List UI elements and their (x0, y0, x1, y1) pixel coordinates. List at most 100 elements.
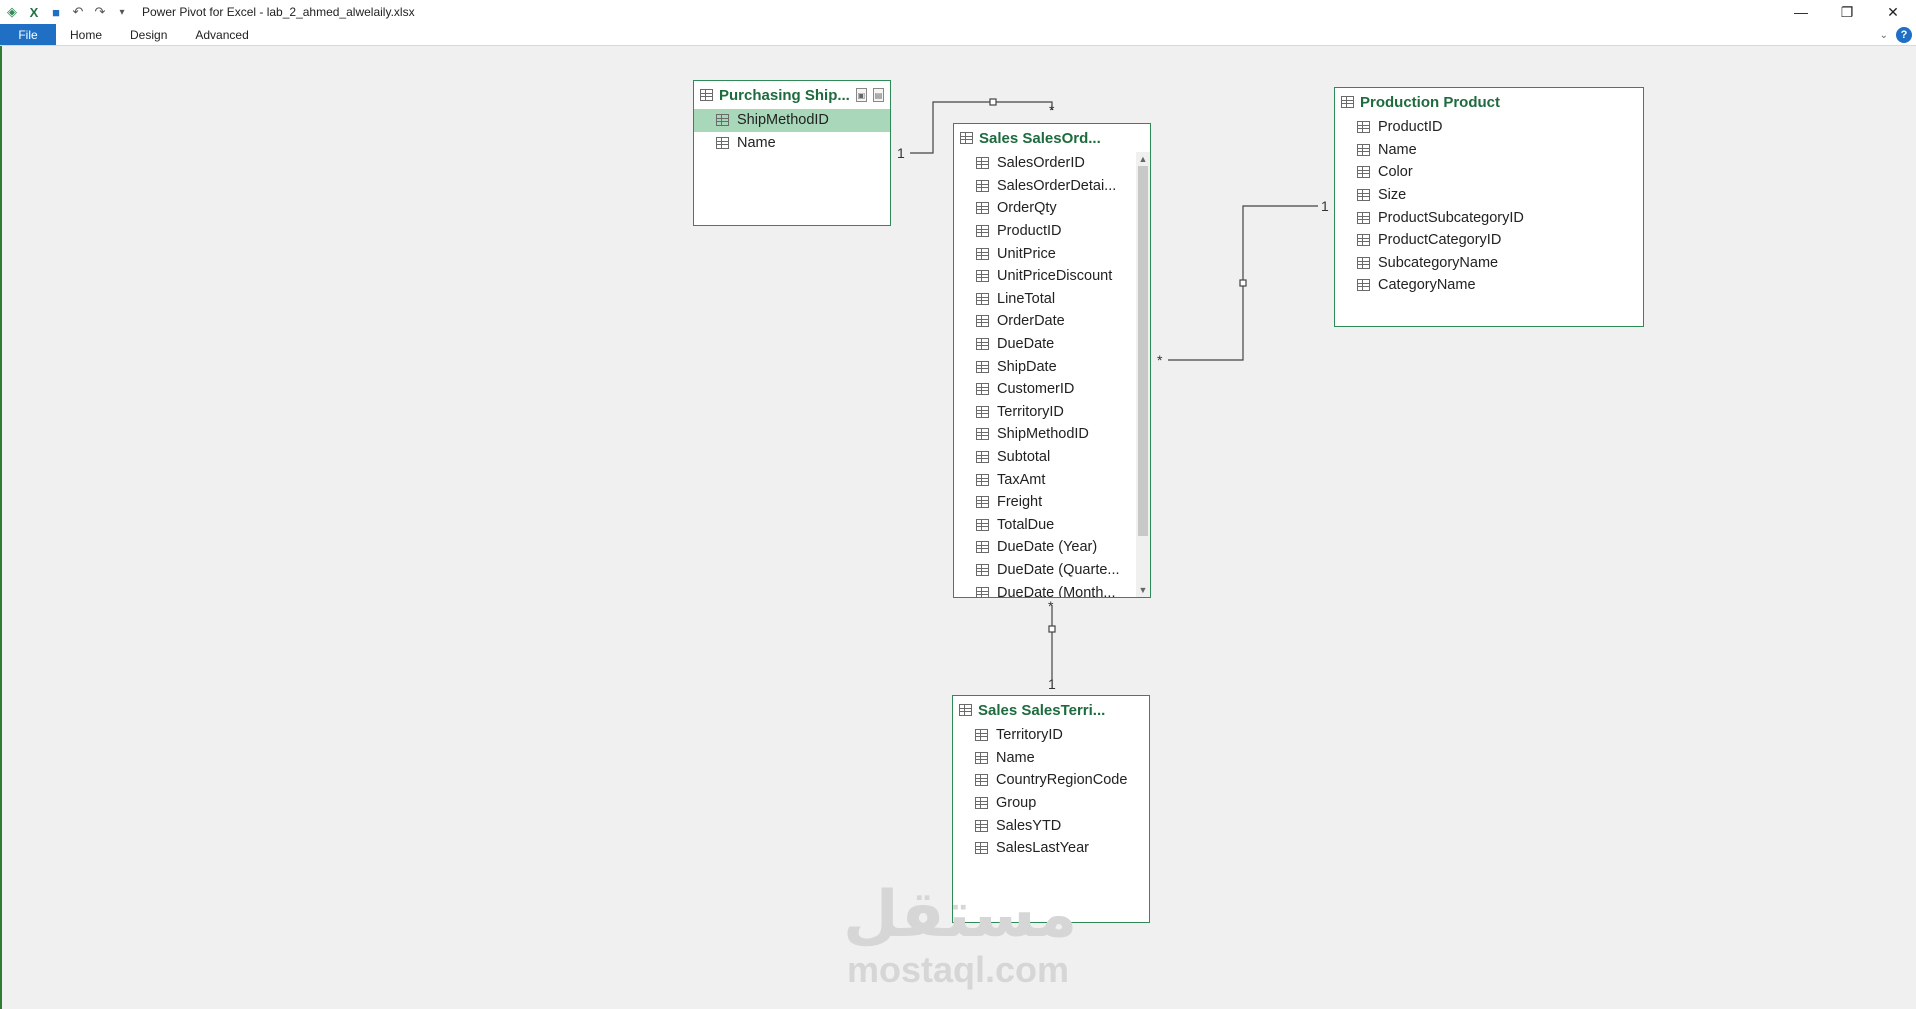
column-item[interactable]: ProductID (954, 220, 1150, 243)
excel-icon[interactable]: X (26, 4, 42, 20)
customize-toolbar-icon[interactable]: ▾ (114, 4, 130, 20)
column-icon (976, 518, 989, 531)
column-label: UnitPriceDiscount (997, 268, 1113, 285)
column-icon (1357, 166, 1370, 179)
scroll-thumb[interactable] (1138, 166, 1148, 536)
table-header[interactable]: Sales SalesOrd... (954, 124, 1150, 152)
table-purchasing-shipmethod[interactable]: Purchasing Ship... ▣ ▤ ShipMethodID Name (693, 80, 891, 226)
column-item[interactable]: ProductSubcategoryID (1335, 206, 1643, 229)
column-label: TaxAmt (997, 471, 1046, 488)
column-icon (976, 292, 989, 305)
column-item[interactable]: LineTotal (954, 288, 1150, 311)
column-item[interactable]: UnitPrice (954, 242, 1150, 265)
column-label: Freight (997, 494, 1043, 511)
column-item[interactable]: Name (1335, 139, 1643, 162)
column-icon (976, 541, 989, 554)
column-item[interactable]: Name (953, 747, 1149, 770)
column-label: Name (996, 749, 1035, 766)
tab-design[interactable]: Design (116, 24, 181, 45)
column-item[interactable]: ShipDate (954, 355, 1150, 378)
column-item[interactable]: SubcategoryName (1335, 252, 1643, 275)
column-icon (976, 451, 989, 464)
column-item[interactable]: CountryRegionCode (953, 769, 1149, 792)
column-item[interactable]: Freight (954, 491, 1150, 514)
column-item[interactable]: DueDate (Year) (954, 536, 1150, 559)
window-controls: — ❐ ✕ (1778, 0, 1916, 24)
column-list: ShipMethodID Name (694, 109, 890, 154)
tab-file[interactable]: File (0, 24, 56, 45)
rel-label-ship-one: 1 (897, 145, 905, 161)
column-icon (976, 360, 989, 373)
close-button[interactable]: ✕ (1870, 0, 1916, 24)
column-icon (1357, 189, 1370, 202)
column-item[interactable]: DueDate (Quarte... (954, 559, 1150, 582)
column-item[interactable]: Subtotal (954, 446, 1150, 469)
column-icon (976, 473, 989, 486)
column-item[interactable]: TerritoryID (954, 401, 1150, 424)
watermark-arabic: مستقل (843, 878, 1078, 952)
undo-icon[interactable]: ↶ (70, 4, 86, 20)
column-item[interactable]: SalesOrderID (954, 152, 1150, 175)
minimize-button[interactable]: — (1778, 0, 1824, 24)
column-item[interactable]: UnitPriceDiscount (954, 265, 1150, 288)
help-icon[interactable]: ? (1896, 27, 1912, 43)
column-label: ProductID (997, 223, 1062, 240)
column-item[interactable]: Size (1335, 184, 1643, 207)
rel-label-product-one: 1 (1321, 198, 1329, 214)
column-item[interactable]: ProductCategoryID (1335, 229, 1643, 252)
column-label: Group (996, 795, 1037, 812)
column-item[interactable]: SalesLastYear (953, 837, 1149, 860)
tab-advanced[interactable]: Advanced (181, 24, 262, 45)
column-item[interactable]: OrderDate (954, 310, 1150, 333)
column-label: SalesYTD (996, 817, 1062, 834)
maximize-table-icon[interactable]: ▣ (855, 88, 867, 102)
column-icon (975, 774, 988, 787)
column-item[interactable]: DueDate (954, 333, 1150, 356)
rel-label-product-many: * (1157, 352, 1163, 368)
table-header[interactable]: Purchasing Ship... ▣ ▤ (694, 81, 890, 109)
column-icon (1357, 211, 1370, 224)
column-icon (1357, 234, 1370, 247)
column-item[interactable]: ProductID (1335, 116, 1643, 139)
column-item[interactable]: DueDate (Month... (954, 581, 1150, 597)
column-label: ShipDate (997, 358, 1057, 375)
tab-home[interactable]: Home (56, 24, 116, 45)
column-icon (975, 842, 988, 855)
column-item[interactable]: Color (1335, 161, 1643, 184)
column-icon (976, 225, 989, 238)
save-icon[interactable]: ■ (48, 4, 64, 20)
column-item[interactable]: CustomerID (954, 378, 1150, 401)
table-sales-salesorder[interactable]: Sales SalesOrd... SalesOrderID SalesOrder… (953, 123, 1151, 598)
column-item[interactable]: Name (694, 132, 890, 155)
column-icon (1357, 256, 1370, 269)
column-label: Size (1378, 187, 1407, 204)
table-production-product[interactable]: Production Product ProductID Name Color Siz… (1334, 87, 1644, 327)
column-label: TotalDue (997, 516, 1055, 533)
column-item[interactable]: ShipMethodID (954, 423, 1150, 446)
scroll-down-icon[interactable]: ▼ (1136, 583, 1150, 597)
table-header[interactable]: Sales SalesTerri... (953, 696, 1149, 724)
column-item[interactable]: TerritoryID (953, 724, 1149, 747)
column-icon (716, 114, 729, 127)
table-options-icon[interactable]: ▤ (872, 88, 884, 102)
column-item[interactable]: Group (953, 792, 1149, 815)
column-item[interactable]: OrderQty (954, 197, 1150, 220)
column-label: DueDate (Month... (997, 584, 1116, 597)
table-header[interactable]: Production Product (1335, 88, 1643, 116)
restore-button[interactable]: ❐ (1824, 0, 1870, 24)
column-icon (976, 247, 989, 260)
column-item[interactable]: ShipMethodID (694, 109, 890, 132)
column-item[interactable]: CategoryName (1335, 274, 1643, 297)
powerpivot-logo-icon: ◈ (7, 4, 17, 19)
column-icon (976, 563, 989, 576)
redo-icon[interactable]: ↷ (92, 4, 108, 20)
column-item[interactable]: TaxAmt (954, 468, 1150, 491)
scroll-up-icon[interactable]: ▲ (1136, 152, 1150, 166)
column-item[interactable]: SalesYTD (953, 814, 1149, 837)
column-item[interactable]: SalesOrderDetai... (954, 175, 1150, 198)
column-icon (716, 136, 729, 149)
table-title: Sales SalesOrd... (979, 129, 1101, 147)
column-scrollbar[interactable]: ▲ ▼ (1136, 152, 1150, 597)
column-item[interactable]: TotalDue (954, 514, 1150, 537)
collapse-ribbon-icon[interactable]: ⌄ (1880, 30, 1888, 41)
